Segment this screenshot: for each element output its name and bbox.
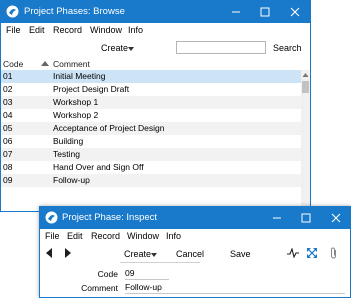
create-button[interactable]: Create: [124, 249, 151, 259]
inspect-window: Project Phase: Inspect File Edit Record …: [39, 206, 351, 298]
row-code: 05: [3, 123, 13, 133]
row-comment: Acceptance of Project Design: [53, 123, 165, 133]
row-code: 09: [3, 175, 13, 185]
app-icon: [45, 211, 58, 224]
maximize-icon: [260, 7, 270, 17]
table-row[interactable]: 01 Initial Meeting: [1, 70, 301, 83]
menu-window[interactable]: Window: [127, 231, 159, 241]
inspect-menubar: File Edit Record Window Info: [40, 229, 350, 244]
minimize-button[interactable]: [263, 207, 291, 229]
toolbar-divider: [120, 262, 200, 263]
table-row[interactable]: 05 Acceptance of Project Design: [1, 122, 301, 135]
minimize-icon: [273, 217, 281, 219]
row-code: 04: [3, 110, 13, 120]
comment-field-label: Comment: [81, 283, 118, 293]
previous-record-icon[interactable]: [45, 248, 53, 258]
inspect-titlebar[interactable]: Project Phase: Inspect: [40, 207, 350, 229]
menu-info[interactable]: Info: [166, 231, 181, 241]
code-field[interactable]: 09: [125, 268, 169, 280]
table-row[interactable]: 04 Workshop 2: [1, 109, 301, 122]
minimize-icon: [232, 11, 240, 13]
menu-record[interactable]: Record: [91, 231, 120, 241]
maximize-icon: [301, 213, 311, 223]
table-row[interactable]: 07 Testing: [1, 148, 301, 161]
activity-icon[interactable]: [287, 248, 299, 258]
table-row[interactable]: 09 Follow-up: [1, 174, 301, 187]
comment-field[interactable]: Follow-up: [125, 282, 345, 294]
close-button[interactable]: [281, 1, 309, 23]
row-comment: Building: [53, 136, 84, 146]
maximize-button[interactable]: [251, 1, 279, 23]
row-comment: Project Design Draft: [53, 84, 130, 94]
scroll-up-icon[interactable]: [301, 71, 310, 79]
menu-window[interactable]: Window: [90, 25, 122, 35]
row-comment: Hand Over and Sign Off: [53, 162, 144, 172]
table-row[interactable]: 08 Hand Over and Sign Off: [1, 161, 301, 174]
row-comment: Testing: [53, 149, 80, 159]
browse-menubar: File Edit Record Window Info: [1, 23, 310, 38]
create-dropdown-icon[interactable]: [151, 253, 157, 257]
close-icon: [331, 213, 341, 223]
menu-info[interactable]: Info: [128, 25, 143, 35]
row-code: 03: [3, 97, 13, 107]
scrollbar-thumb[interactable]: [302, 81, 309, 93]
row-code: 01: [3, 71, 13, 81]
column-header-code[interactable]: Code: [3, 59, 23, 69]
menu-file[interactable]: File: [45, 231, 60, 241]
search-button[interactable]: Search: [273, 43, 302, 53]
close-button[interactable]: [322, 207, 350, 229]
row-comment: Follow-up: [53, 175, 90, 185]
browse-window: Project Phases: Browse File Edit Record …: [0, 0, 311, 212]
expand-icon[interactable]: [307, 248, 317, 258]
menu-edit[interactable]: Edit: [29, 25, 45, 35]
vertical-scrollbar[interactable]: [301, 70, 310, 209]
menu-edit[interactable]: Edit: [67, 231, 83, 241]
search-input[interactable]: [176, 41, 266, 54]
close-icon: [290, 7, 300, 17]
browse-titlebar[interactable]: Project Phases: Browse: [1, 1, 310, 23]
row-comment: Workshop 1: [53, 97, 99, 107]
attachment-icon[interactable]: [329, 247, 338, 259]
row-code: 08: [3, 162, 13, 172]
browse-window-title: Project Phases: Browse: [24, 6, 125, 17]
row-comment: Workshop 2: [53, 110, 99, 120]
menu-record[interactable]: Record: [53, 25, 82, 35]
maximize-button[interactable]: [292, 207, 320, 229]
sort-ascending-icon: [41, 61, 49, 66]
save-button[interactable]: Save: [230, 249, 251, 259]
create-dropdown-icon[interactable]: [128, 47, 134, 51]
inspect-window-title: Project Phase: Inspect: [62, 212, 158, 223]
table-row[interactable]: 06 Building: [1, 135, 301, 148]
column-header-row: Code Comment: [1, 58, 310, 70]
table-row[interactable]: 03 Workshop 1: [1, 96, 301, 109]
row-code: 02: [3, 84, 13, 94]
row-code: 06: [3, 136, 13, 146]
app-icon: [6, 5, 19, 18]
row-code: 07: [3, 149, 13, 159]
table-row[interactable]: 02 Project Design Draft: [1, 83, 301, 96]
next-record-icon[interactable]: [64, 248, 72, 258]
row-comment: Initial Meeting: [53, 71, 106, 81]
cancel-button[interactable]: Cancel: [176, 249, 204, 259]
minimize-button[interactable]: [222, 1, 250, 23]
menu-file[interactable]: File: [6, 25, 21, 35]
create-button[interactable]: Create: [101, 43, 128, 53]
column-header-comment[interactable]: Comment: [53, 59, 90, 69]
code-field-label: Code: [97, 269, 118, 279]
